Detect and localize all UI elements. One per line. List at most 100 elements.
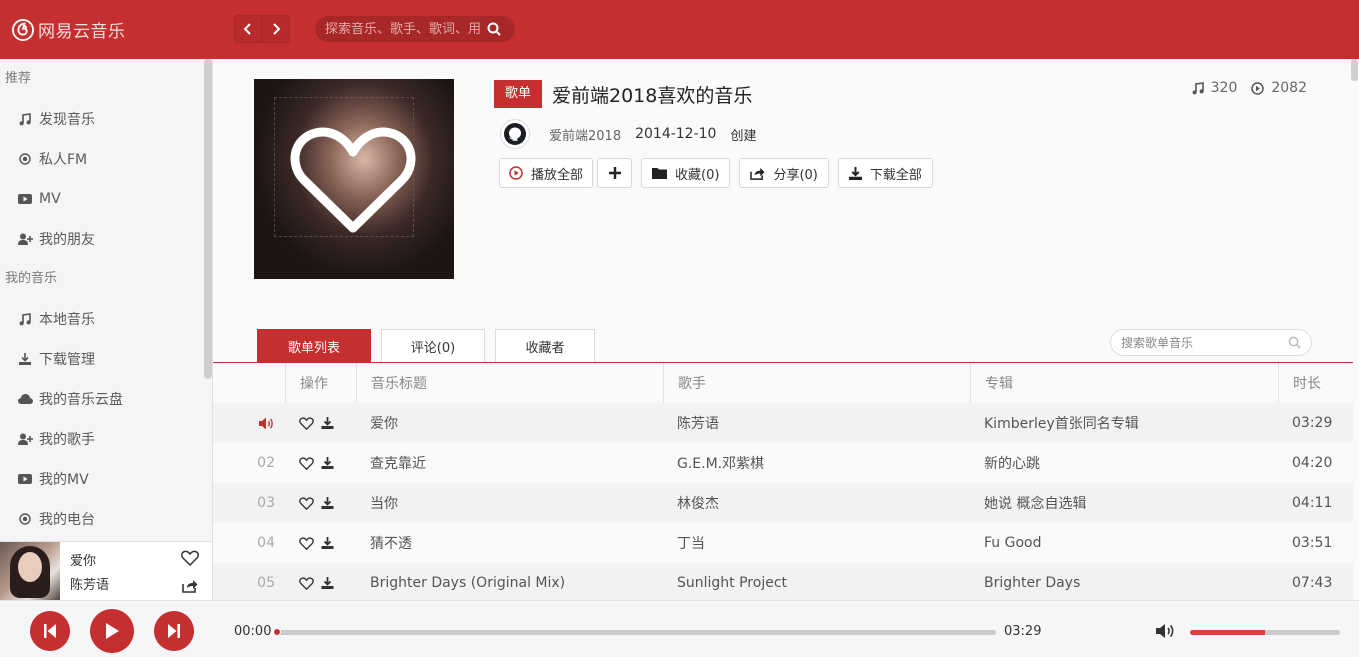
play-count-value: 2082: [1271, 80, 1307, 96]
table-row[interactable]: 02 查克靠近 G.E.M.邓紫棋 新的心跳 04:20: [213, 443, 1353, 483]
volume-slider[interactable]: [1190, 630, 1340, 635]
play-all-label: 播放全部: [531, 167, 584, 183]
sidebar-item-my-radio[interactable]: 我的电台: [0, 499, 212, 539]
like-icon[interactable]: [299, 496, 314, 510]
playlist-cover[interactable]: [254, 79, 454, 279]
sidebar-section-my-music: 我的音乐: [5, 271, 58, 286]
download-icon[interactable]: [321, 457, 334, 469]
table-row[interactable]: 04 猜不透 丁当 Fu Good 03:51: [213, 523, 1353, 563]
back-button[interactable]: [234, 15, 262, 43]
download-icon[interactable]: [321, 497, 334, 509]
download-icon[interactable]: [321, 577, 334, 589]
row-index: 03: [257, 495, 275, 511]
header-actions: 操作: [285, 363, 356, 403]
row-album[interactable]: 她说 概念自选辑: [970, 483, 1278, 523]
playlist-header: 歌单 爱前端2018喜欢的音乐: [494, 80, 752, 108]
total-time: 03:29: [1004, 624, 1042, 639]
row-artist[interactable]: 陈芳语: [663, 403, 970, 443]
sidebar-item-friends[interactable]: 我的朋友: [0, 219, 212, 259]
row-album[interactable]: Kimberley首张同名专辑: [970, 403, 1278, 443]
play-button[interactable]: [90, 609, 134, 653]
previous-button[interactable]: [30, 611, 70, 651]
like-icon[interactable]: [299, 456, 314, 470]
like-icon[interactable]: [181, 550, 199, 566]
table-row[interactable]: 爱你 陈芳语 Kimberley首张同名专辑 03:29: [213, 403, 1353, 443]
playlist-tabs: 歌单列表 评论(0) 收藏者: [257, 329, 605, 363]
sidebar-item-label: 我的电台: [39, 512, 95, 528]
current-time: 00:00: [234, 624, 272, 639]
sidebar-item-downloads[interactable]: 下载管理: [0, 339, 212, 379]
app-logo[interactable]: 网易云音乐: [12, 17, 126, 42]
table-row[interactable]: 05 Brighter Days (Original Mix) Sunlight…: [213, 563, 1353, 600]
progress-knob[interactable]: [273, 628, 281, 636]
header-artist[interactable]: 歌手: [663, 363, 970, 403]
row-album[interactable]: Brighter Days: [970, 563, 1278, 600]
playlist-badge: 歌单: [494, 80, 542, 108]
row-duration: 04:11: [1292, 495, 1333, 511]
sidebar-item-cloud[interactable]: 我的音乐云盘: [0, 379, 212, 419]
collect-button[interactable]: 收藏(0): [641, 158, 731, 188]
song-count: 320: [1192, 80, 1237, 96]
row-album[interactable]: 新的心跳: [970, 443, 1278, 483]
header-duration[interactable]: 时长: [1278, 363, 1353, 403]
search-input[interactable]: [325, 21, 485, 37]
share-icon[interactable]: [182, 579, 198, 593]
row-artist[interactable]: Sunlight Project: [663, 563, 970, 600]
progress-bar[interactable]: [273, 628, 996, 636]
row-duration: 03:29: [1292, 415, 1333, 431]
tab-subscribers[interactable]: 收藏者: [495, 329, 595, 363]
sidebar-item-discover[interactable]: 发现音乐: [0, 99, 212, 139]
sidebar-item-my-mv[interactable]: 我的MV: [0, 459, 212, 499]
created-date: 2014-12-10: [635, 126, 717, 142]
volume-icon[interactable]: [1156, 623, 1176, 639]
playlist-search-input[interactable]: [1121, 335, 1281, 350]
like-icon[interactable]: [299, 576, 314, 590]
row-artist[interactable]: 丁当: [663, 523, 970, 563]
tab-comments[interactable]: 评论(0): [381, 329, 485, 363]
video-icon: [17, 191, 33, 207]
row-duration: 07:43: [1292, 575, 1333, 591]
github-icon: [504, 123, 526, 145]
search-icon[interactable]: [1288, 336, 1301, 349]
global-search: [315, 16, 515, 42]
row-index: 04: [257, 535, 275, 551]
table-row[interactable]: 03 当你 林俊杰 她说 概念自选辑 04:11: [213, 483, 1353, 523]
sidebar-item-fm[interactable]: 私人FM: [0, 139, 212, 179]
search-icon[interactable]: [487, 22, 501, 36]
add-to-queue-button[interactable]: [597, 158, 633, 188]
creator-name[interactable]: 爱前端2018: [549, 125, 621, 144]
row-artist[interactable]: G.E.M.邓紫棋: [663, 443, 970, 483]
sidebar-item-singers[interactable]: 我的歌手: [0, 419, 212, 459]
download-icon[interactable]: [321, 417, 334, 429]
playlist-title: 爱前端2018喜欢的音乐: [552, 84, 753, 107]
play-circle-icon: [1251, 81, 1265, 95]
like-icon[interactable]: [299, 416, 314, 430]
now-playing-artist[interactable]: 陈芳语: [70, 574, 109, 593]
forward-button[interactable]: [262, 15, 290, 43]
avatar[interactable]: [500, 119, 530, 149]
now-playing-cover[interactable]: [0, 542, 60, 602]
row-title: Brighter Days (Original Mix): [370, 575, 566, 591]
tab-song-list[interactable]: 歌单列表: [257, 329, 371, 363]
row-album[interactable]: Fu Good: [970, 523, 1278, 563]
cloud-icon: [17, 391, 33, 407]
radio-icon: [17, 151, 33, 167]
sidebar-item-mv[interactable]: MV: [0, 179, 212, 219]
row-artist[interactable]: 林俊杰: [663, 483, 970, 523]
row-actions: [285, 563, 356, 600]
header-album[interactable]: 专辑: [970, 363, 1278, 403]
sidebar-item-label: 我的音乐云盘: [39, 392, 123, 408]
download-all-button[interactable]: 下载全部: [837, 158, 933, 188]
now-playing-title[interactable]: 爱你: [70, 550, 96, 569]
sidebar-scrollbar[interactable]: [204, 59, 212, 379]
next-button[interactable]: [154, 611, 194, 651]
row-index: 05: [257, 575, 275, 591]
play-all-button[interactable]: 播放全部: [499, 158, 594, 188]
share-button[interactable]: 分享(0): [739, 158, 829, 188]
main-scrollbar[interactable]: [1351, 59, 1358, 81]
header-title[interactable]: 音乐标题: [356, 363, 663, 403]
add-friend-icon: [17, 431, 33, 447]
sidebar-item-local-music[interactable]: 本地音乐: [0, 299, 212, 339]
like-icon[interactable]: [299, 536, 314, 550]
download-icon[interactable]: [321, 537, 334, 549]
